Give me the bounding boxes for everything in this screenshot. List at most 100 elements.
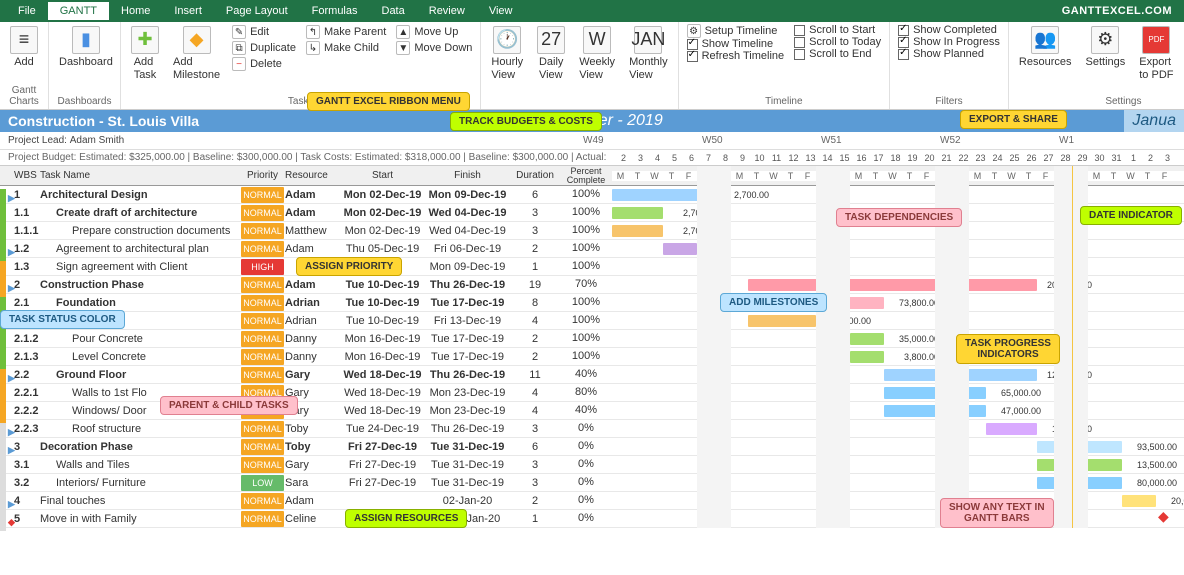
task-row[interactable]: 1.1Create draft of architectureNORMALAda…	[0, 204, 1184, 222]
monthly-view-button[interactable]: JANMonthly View	[623, 24, 674, 84]
checkbox-icon	[794, 37, 805, 48]
make-parent-button[interactable]: ↰Make Parent	[302, 24, 390, 40]
task-row[interactable]: 1.1.1Prepare construction documentsNORMA…	[0, 222, 1184, 240]
export-pdf-button[interactable]: PDFExport to PDF	[1133, 24, 1179, 84]
parent-icon: ↰	[306, 25, 320, 39]
setup-timeline[interactable]: ⚙Setup Timeline	[683, 24, 789, 38]
checkbox-icon	[794, 49, 805, 60]
menu-tab-formulas[interactable]: Formulas	[300, 2, 370, 20]
gantt-bar[interactable]: 2,700.00	[612, 207, 663, 219]
menu-bar: FileGANTTHomeInsertPage LayoutFormulasDa…	[0, 0, 1184, 22]
task-row[interactable]: 2.1.1NORMALAdrianTue 10-Dec-19Fri 13-Dec…	[0, 312, 1184, 330]
callout-export-share: EXPORT & SHARE	[960, 110, 1067, 129]
show-completed[interactable]: Show Completed	[894, 24, 1004, 36]
menu-tab-page layout[interactable]: Page Layout	[214, 2, 300, 20]
callout-task-deps: TASK DEPENDENCIES	[836, 208, 962, 227]
add-task-button[interactable]: ✚Add Task	[125, 24, 165, 84]
task-row[interactable]: 2.1FoundationNORMALAdrianTue 10-Dec-19Tu…	[0, 294, 1184, 312]
callout-track-budgets: TRACK BUDGETS & COSTS	[450, 112, 602, 131]
task-row[interactable]: ▶1Architectural DesignNORMALAdamMon 02-D…	[0, 186, 1184, 204]
people-icon: 👥	[1031, 26, 1059, 54]
gantt-bar[interactable]: 65,000.00	[884, 387, 986, 399]
up-icon: ▲	[396, 25, 410, 39]
menu-tab-gantt[interactable]: GANTT	[48, 2, 109, 20]
menu-tab-file[interactable]: File	[6, 2, 48, 20]
callout-progress-ind: TASK PROGRESS INDICATORS	[956, 334, 1060, 364]
checkbox-icon	[794, 25, 805, 36]
checkbox-icon	[898, 49, 909, 60]
hourly-view-button[interactable]: 🕐Hourly View	[485, 24, 529, 84]
callout-status-color: TASK STATUS COLOR	[0, 310, 125, 329]
project-lead-row: Project Lead: Adam Smith W49W50W51W52W1	[0, 132, 1184, 150]
gear-icon: ⚙	[1091, 26, 1119, 54]
gantt-bar[interactable]: 2,700.00	[612, 189, 714, 201]
site-name: GANTTEXCEL.COM	[1062, 5, 1178, 17]
gantt-bar[interactable]: 47,000.00	[884, 405, 986, 417]
next-month: Janua	[1124, 110, 1184, 132]
dashboard-button[interactable]: ▮Dashboard	[53, 24, 119, 71]
callout-assign-priority: ASSIGN PRIORITY	[296, 257, 402, 276]
child-icon: ↳	[306, 41, 320, 55]
project-area: Construction - St. Louis Villa December …	[0, 110, 1184, 528]
daily-view-button[interactable]: 27Daily View	[531, 24, 571, 84]
down-icon: ▼	[396, 41, 410, 55]
milestone-icon: ◆	[183, 26, 211, 54]
gantt-bar[interactable]: 35,000.00	[748, 315, 816, 327]
task-row[interactable]: ▶2.2Ground FloorNORMALGaryWed 18-Dec-19T…	[0, 366, 1184, 384]
menu-tab-view[interactable]: View	[477, 2, 525, 20]
gantt-bar[interactable]: 35,000.00	[850, 333, 884, 345]
refresh-timeline[interactable]: Refresh Timeline	[683, 50, 789, 62]
resources-button[interactable]: 👥Resources	[1013, 24, 1078, 71]
gantt-bar[interactable]: 2,700.00	[612, 225, 663, 237]
edit-button[interactable]: ✎Edit	[228, 24, 300, 40]
gantt-bar[interactable]: 16,000.00	[986, 423, 1037, 435]
gantt-bar[interactable]: 13,500.00	[1037, 459, 1122, 471]
move-down-button[interactable]: ▼Move Down	[392, 40, 476, 56]
task-row[interactable]: 1.3Sign agreement with ClientHIGH-19Mon …	[0, 258, 1184, 276]
task-row[interactable]: ▶3Decoration PhaseNORMALTobyFri 27-Dec-1…	[0, 438, 1184, 456]
gantt-milestone[interactable]: ◆	[1156, 511, 1168, 523]
gantt-bar[interactable]: 201,800.00	[748, 279, 1037, 291]
menu-tab-insert[interactable]: Insert	[162, 2, 214, 20]
scroll-today[interactable]: Scroll to Today	[790, 36, 885, 48]
gantt-bar[interactable]: 80,000.00	[1037, 477, 1122, 489]
callout-ribbon-menu: GANTT EXCEL RIBBON MENU	[307, 92, 470, 111]
delete-button[interactable]: −Delete	[228, 56, 300, 72]
weekly-view-button[interactable]: WWeekly View	[573, 24, 621, 84]
gantt-bar[interactable]: 20,000.00	[1122, 495, 1156, 507]
calendar-icon: 27	[537, 26, 565, 54]
task-icon: ✚	[131, 26, 159, 54]
gantt-bar[interactable]: 3,800.00	[850, 351, 884, 363]
task-row[interactable]: ▶2.2.3Roof structureNORMALTobyTue 24-Dec…	[0, 420, 1184, 438]
gantt-bar[interactable]: 93,500.00	[1037, 441, 1122, 453]
task-row[interactable]: 3.1Walls and TilesNORMALGaryFri 27-Dec-1…	[0, 456, 1184, 474]
task-row[interactable]: 3.2Interiors/ FurnitureLOWSaraFri 27-Dec…	[0, 474, 1184, 492]
add-gantt-button[interactable]: ≡Add	[4, 24, 44, 71]
make-child-button[interactable]: ↳Make Child	[302, 40, 390, 56]
callout-assign-resources: ASSIGN RESOURCES	[345, 509, 467, 528]
project-title: Construction - St. Louis Villa	[8, 113, 199, 129]
task-row[interactable]: ▶1.2Agreement to architectural planNORMA…	[0, 240, 1184, 258]
callout-date-indicator: DATE INDICATOR	[1080, 206, 1182, 225]
menu-tab-data[interactable]: Data	[370, 2, 417, 20]
show-planned[interactable]: Show Planned	[894, 48, 1004, 60]
budget-row: Project Budget: Estimated: $325,000.00 |…	[0, 150, 1184, 166]
menu-tab-review[interactable]: Review	[417, 2, 477, 20]
gantt-bar[interactable]	[663, 243, 697, 255]
show-timeline[interactable]: Show Timeline	[683, 38, 789, 50]
add-milestone-button[interactable]: ◆Add Milestone	[167, 24, 226, 84]
delete-icon: −	[232, 57, 246, 71]
settings-button[interactable]: ⚙Settings	[1080, 24, 1132, 71]
callout-show-text: SHOW ANY TEXT IN GANTT BARS	[940, 498, 1054, 528]
menu-tab-home[interactable]: Home	[109, 2, 162, 20]
duplicate-button[interactable]: ⧉Duplicate	[228, 40, 300, 56]
task-row[interactable]: ▶2Construction PhaseNORMALAdamTue 10-Dec…	[0, 276, 1184, 294]
show-inprogress[interactable]: Show In Progress	[894, 36, 1004, 48]
move-up-button[interactable]: ▲Move Up	[392, 24, 476, 40]
scroll-end[interactable]: Scroll to End	[790, 48, 885, 60]
scroll-start[interactable]: Scroll to Start	[790, 24, 885, 36]
grid-header: WBS Task Name Priority Resource Start Fi…	[0, 166, 1184, 186]
gantt-milestone[interactable]: ◆	[714, 259, 726, 271]
duplicate-icon: ⧉	[232, 41, 246, 55]
gantt-bar[interactable]: 128,000.00	[884, 369, 1037, 381]
